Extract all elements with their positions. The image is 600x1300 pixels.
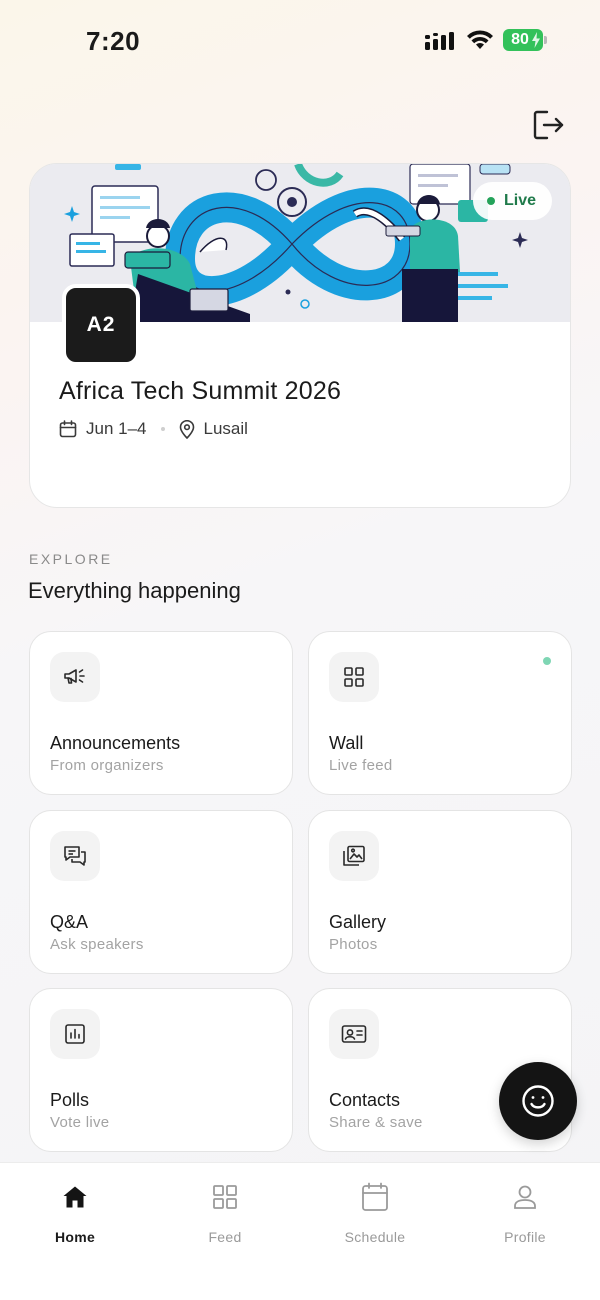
- tile-gallery[interactable]: Gallery Photos: [308, 810, 572, 974]
- tile-subtitle: Vote live: [50, 1114, 110, 1131]
- clock: 7:20: [86, 26, 141, 56]
- event-card[interactable]: Live A2 Africa Tech Summit 2026 Jun 1–4 …: [29, 163, 571, 508]
- event-location-text: Lusail: [203, 419, 248, 438]
- live-status-badge: Live: [472, 182, 552, 220]
- logout-icon: [533, 110, 564, 140]
- event-location: Lusail: [179, 419, 248, 439]
- wifi-icon: [467, 30, 493, 49]
- battery-indicator: 80: [503, 29, 547, 51]
- event-dates: Jun 1–4: [59, 419, 147, 439]
- smiley-icon: [522, 1085, 554, 1117]
- gallery-icon: [343, 845, 365, 866]
- event-dates-text: Jun 1–4: [86, 419, 147, 438]
- charging-bolt-icon: [532, 32, 540, 48]
- battery-level: 80: [511, 31, 529, 48]
- tile-qa[interactable]: Q&A Ask speakers: [29, 810, 293, 974]
- megaphone-icon: [64, 669, 85, 684]
- tile-title: Announcements: [50, 733, 181, 753]
- user-icon: [514, 1185, 536, 1209]
- meta-separator: [160, 427, 165, 431]
- tile-wall[interactable]: Wall Live feed: [308, 631, 572, 795]
- chat-icon: [64, 846, 86, 866]
- bar-chart-icon: [65, 1024, 85, 1044]
- nav-item-feed[interactable]: Feed: [165, 1181, 285, 1245]
- tile-subtitle: From organizers: [50, 757, 164, 774]
- location-pin-icon: [179, 419, 194, 439]
- tile-title: Wall: [329, 733, 364, 753]
- explore-label: EXPLORE: [29, 551, 113, 567]
- tile-subtitle: Photos: [329, 936, 378, 953]
- tile-title: Polls: [50, 1090, 90, 1110]
- tile-subtitle: Ask speakers: [50, 936, 144, 953]
- bottom-navigation: Home Feed Schedule Profile: [0, 1162, 600, 1300]
- calendar-icon: [59, 420, 77, 438]
- cellular-signal-icon: [425, 32, 454, 50]
- nav-label: Schedule: [344, 1229, 406, 1245]
- nav-item-schedule[interactable]: Schedule: [315, 1181, 435, 1245]
- event-logo: A2: [62, 284, 140, 366]
- section-title: Everything happening: [28, 578, 241, 603]
- nav-item-home[interactable]: Home: [15, 1181, 135, 1245]
- live-dot-icon: [486, 197, 495, 205]
- nav-label: Feed: [208, 1229, 242, 1245]
- status-bar: 7:20 80: [0, 0, 600, 80]
- tile-polls[interactable]: Polls Vote live: [29, 988, 293, 1152]
- tile-title: Gallery: [329, 912, 387, 932]
- event-title: Africa Tech Summit 2026: [59, 377, 342, 405]
- tile-title: Q&A: [50, 912, 89, 932]
- event-meta: Jun 1–4 Lusail: [59, 419, 248, 439]
- nav-label: Home: [54, 1229, 96, 1245]
- home-icon: [63, 1186, 87, 1208]
- live-label: Live: [503, 192, 536, 209]
- nav-label: Profile: [504, 1229, 546, 1245]
- nav-item-profile[interactable]: Profile: [465, 1181, 585, 1245]
- tile-announcements[interactable]: Announcements From organizers: [29, 631, 293, 795]
- tile-subtitle: Live feed: [329, 757, 393, 774]
- calendar-icon: [362, 1182, 388, 1211]
- assistant-fab-button[interactable]: [499, 1062, 577, 1140]
- grid-icon: [344, 667, 364, 687]
- logout-button[interactable]: [532, 108, 566, 142]
- new-activity-dot: [543, 657, 551, 665]
- tile-title: Contacts: [329, 1090, 401, 1110]
- contact-card-icon: [341, 1025, 367, 1043]
- grid-icon: [213, 1185, 237, 1209]
- tile-subtitle: Share & save: [329, 1114, 423, 1131]
